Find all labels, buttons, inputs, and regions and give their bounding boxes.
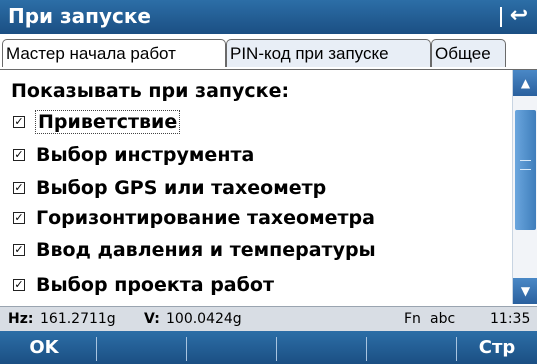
tab-general[interactable]: Общее xyxy=(431,39,506,67)
back-icon[interactable]: ↩ xyxy=(506,2,532,30)
scroll-up-icon[interactable]: ▲ xyxy=(513,70,537,96)
checkbox-icon[interactable]: ✓ xyxy=(13,116,25,128)
f3-button[interactable] xyxy=(187,331,275,364)
checkbox-label: Горизонтирование тахеометра xyxy=(36,207,375,229)
scroll-down-icon[interactable]: ▼ xyxy=(513,278,537,304)
checkbox-label: Выбор инструмента xyxy=(36,144,255,166)
checkbox-label: Выбор проекта работ xyxy=(36,274,274,296)
section-heading: Показывать при запуске: xyxy=(11,80,290,102)
vertical-scrollbar[interactable]: ▲ ▼ xyxy=(512,70,537,304)
scroll-thumb[interactable] xyxy=(515,110,536,230)
checkbox-label: Выбор GPS или тахеометр xyxy=(36,177,327,199)
hz-label: Hz: xyxy=(8,311,34,327)
checkbox-icon[interactable]: ✓ xyxy=(13,149,25,161)
hz-value: 161.2711g xyxy=(40,311,116,327)
settings-panel: Показывать при запуске: ✓ Приветствие ✓ … xyxy=(0,70,512,304)
window-title: При запуске xyxy=(8,4,151,28)
checkbox-label: Приветствие xyxy=(34,110,181,134)
checkbox-icon[interactable]: ✓ xyxy=(13,244,25,256)
title-separator xyxy=(500,7,502,27)
fn-indicator: Fn xyxy=(404,311,421,327)
checkbox-icon[interactable]: ✓ xyxy=(13,212,25,224)
input-mode-indicator: abc xyxy=(430,311,456,327)
tab-startup-wizard[interactable]: Мастер начала работ xyxy=(2,39,226,67)
f1-ok-button[interactable]: OK xyxy=(0,331,88,364)
clock: 11:35 xyxy=(490,311,531,327)
checkbox-label: Ввод давления и температуры xyxy=(36,239,376,261)
f6-page-button[interactable]: Стр xyxy=(457,331,537,364)
status-bar: Hz: 161.2711g V: 100.0424g Fn abc 11:35 xyxy=(0,306,537,331)
f2-button[interactable] xyxy=(97,331,185,364)
scroll-grip-icon xyxy=(520,160,531,170)
function-key-bar: OK Стр xyxy=(0,331,537,364)
f4-button[interactable] xyxy=(277,331,365,364)
v-label: V: xyxy=(144,311,160,327)
checkbox-icon[interactable]: ✓ xyxy=(13,182,25,194)
checkbox-icon[interactable]: ✓ xyxy=(13,279,25,291)
tab-strip: Мастер начала работ PIN-код при запуске … xyxy=(0,36,537,70)
v-value: 100.0424g xyxy=(166,311,242,327)
f5-button[interactable] xyxy=(367,331,455,364)
title-bar: При запуске ↩ xyxy=(0,0,537,34)
tab-pin-code[interactable]: PIN-код при запуске xyxy=(226,39,431,67)
